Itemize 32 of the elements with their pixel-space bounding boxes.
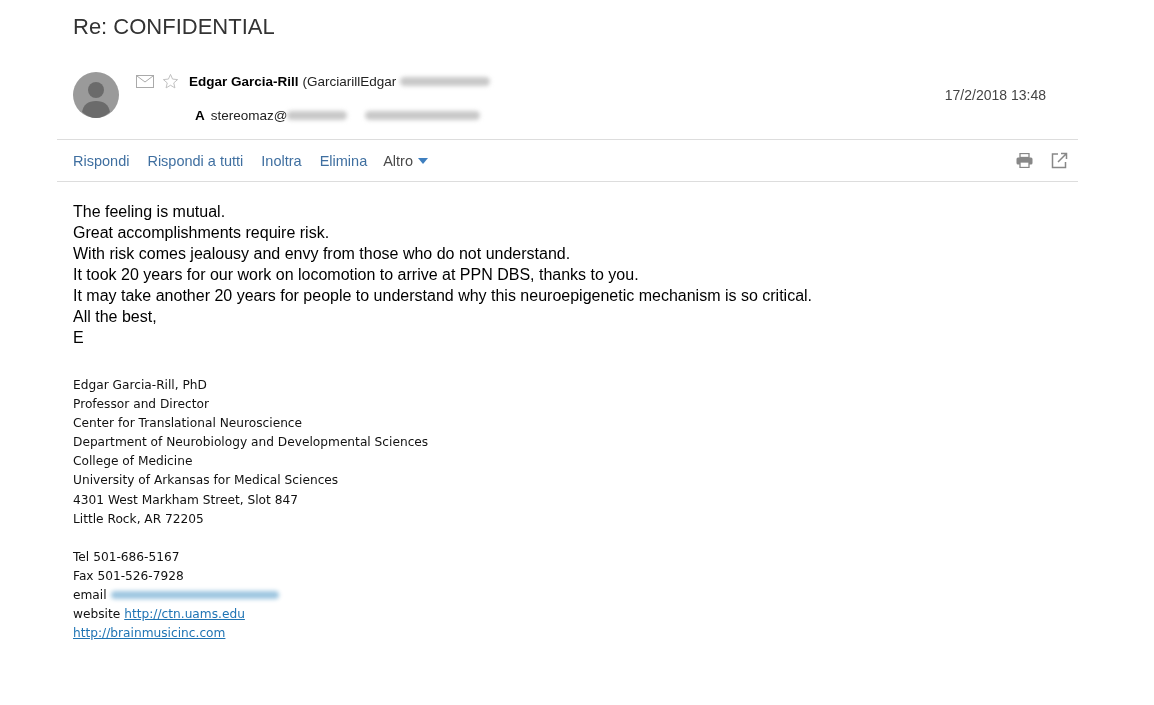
signature-line: Department of Neurobiology and Developmental Sciences — [73, 434, 429, 452]
website-link[interactable]: http://brainmusicinc.com — [73, 624, 226, 644]
contact-label: email — [73, 586, 107, 604]
message-line: All the best, — [73, 307, 158, 327]
message-line: With risk comes jealousy and envy from those who do not understand. — [73, 244, 572, 264]
signature-line: Little Rock, AR 72205 — [73, 510, 204, 528]
action-link[interactable]: Rispondi a tutti — [147, 152, 244, 169]
signature-line: Professor and Director — [73, 396, 209, 414]
message-line: Great accomplishments require risk. — [73, 223, 331, 243]
signature-line: College of Medicine — [73, 453, 193, 471]
email-subject: Re: CONFIDENTIAL — [73, 14, 275, 40]
contact-label: website — [73, 606, 121, 624]
action-link[interactable]: Rispondi — [73, 152, 130, 169]
contact-line: Tel 501-686-5167 — [73, 548, 180, 566]
recipients-label: A — [195, 108, 205, 123]
message-line: It took 20 years for our work on locomotion to arrive at PPN DBS, thanks to you. — [73, 265, 640, 285]
signature-line: 4301 West Markham Street, Slot 847 — [73, 491, 298, 509]
recipient-address: stereomaz@ — [210, 108, 288, 123]
signature-line: University of Arkansas for Medical Sciences — [73, 472, 339, 490]
website-link[interactable]: http://ctn.uams.edu — [124, 605, 245, 625]
sender-name: Edgar Garcia-Rill — [189, 73, 299, 89]
signature-line: Edgar Garcia-Rill, PhD — [73, 377, 207, 394]
action-link[interactable]: Elimina — [319, 152, 368, 169]
message-line: E — [73, 328, 85, 348]
contact-line: Fax 501-526-7928 — [73, 567, 184, 585]
action-link[interactable]: Inoltra — [261, 152, 302, 169]
sender-address: (GarciarillEdgar — [302, 73, 397, 89]
message-line: It may take another 20 years for people to understand why this neuroepigenetic mechanism is so critical. — [73, 286, 814, 306]
message-date: 17/2/2018 13:48 — [944, 87, 1046, 103]
message-line: The feeling is mutual. — [73, 202, 227, 222]
more-menu-button[interactable]: Altro — [383, 152, 429, 169]
signature-line: Center for Translational Neuroscience — [73, 415, 303, 433]
